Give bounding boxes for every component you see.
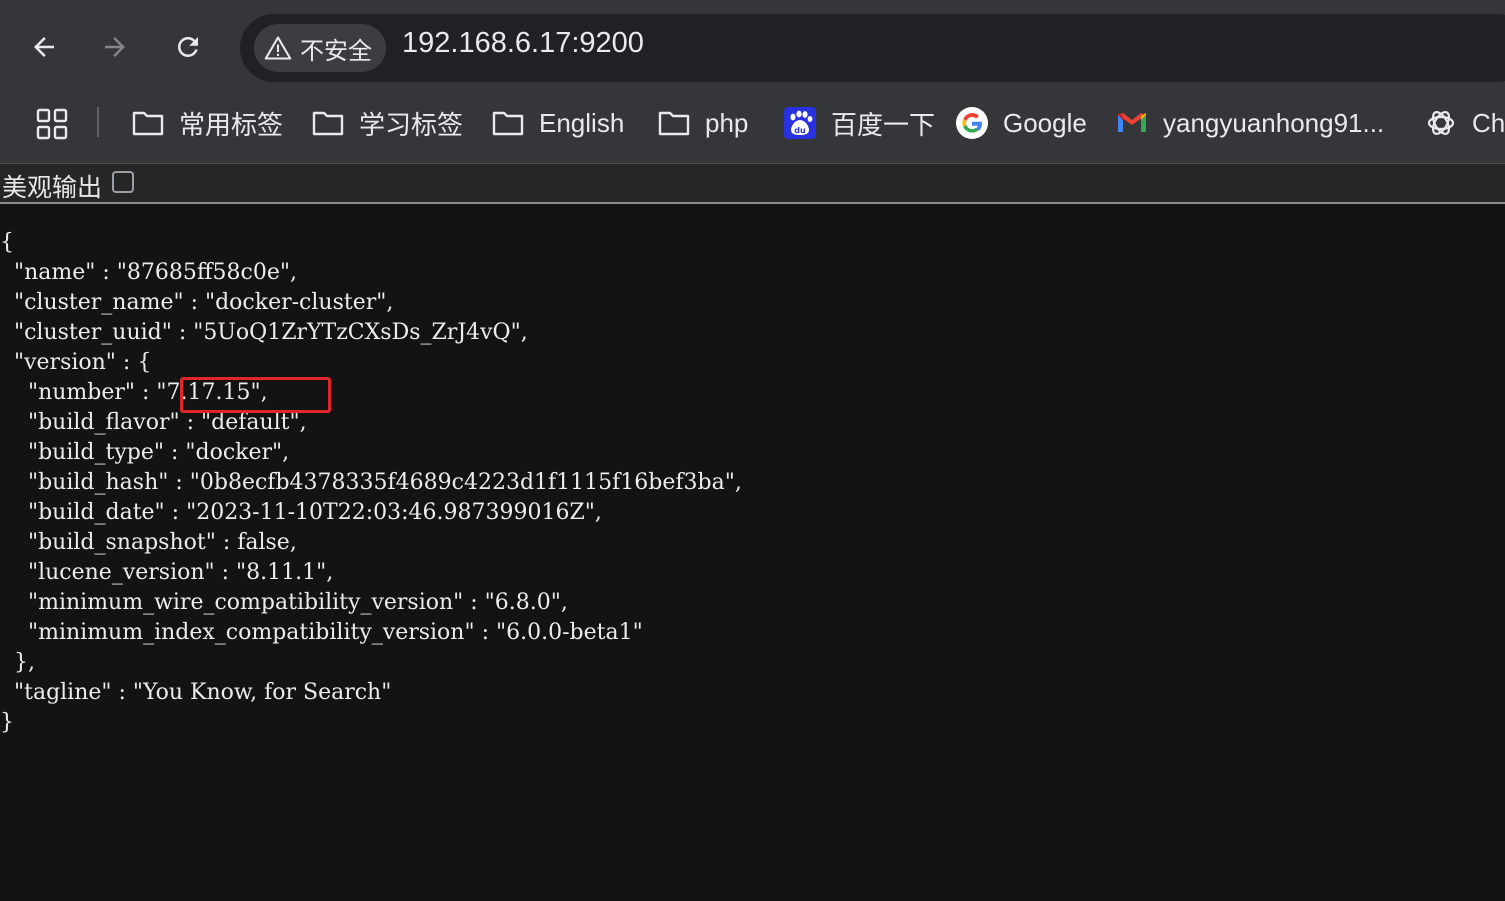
json-line: "tagline" : "You Know, for Search" (0, 680, 392, 705)
json-line: "cluster_name" : "docker-cluster", (0, 290, 394, 315)
arrow-right-icon (105, 37, 125, 57)
json-line: "minimum_index_compatibility_version" : … (0, 620, 643, 645)
address-bar[interactable]: 不安全 192.168.6.17:9200 (240, 14, 1505, 82)
json-line: "version" : { (0, 350, 152, 375)
svg-text:du: du (794, 126, 806, 135)
bookmarks-separator (97, 107, 99, 137)
json-line: "build_date" : "2023-11-10T22:03:46.9873… (0, 500, 602, 525)
json-line: }, (0, 650, 35, 675)
folder-icon (658, 111, 690, 136)
json-line: "build_hash" : "0b8ecfb4378335f4689c4223… (0, 470, 742, 495)
folder-icon (312, 111, 344, 136)
browser-window: 不安全 192.168.6.17:9200 常用标签 学习标签 English … (0, 0, 1505, 901)
folder-icon (132, 111, 164, 136)
pretty-print-label: 美观输出 (2, 173, 103, 202)
bookmark-google[interactable]: Google (955, 101, 1087, 145)
bookmark-folder-php[interactable]: php (657, 101, 748, 145)
baidu-icon: du (784, 107, 816, 139)
version-number-highlight (180, 377, 331, 413)
bookmark-chatgpt[interactable]: Cha (1424, 101, 1505, 145)
json-line: "cluster_uuid" : "5UoQ1ZrYTzCXsDs_ZrJ4vQ… (0, 320, 528, 345)
reload-icon (177, 36, 198, 57)
forward-button[interactable] (92, 24, 138, 70)
pretty-print-bar: 美观输出 (0, 164, 1505, 204)
browser-toolbar: 不安全 192.168.6.17:9200 (0, 0, 1505, 95)
json-response: { "name" : "87685ff58c0e", "cluster_name… (0, 228, 742, 738)
pretty-print-checkbox[interactable] (112, 171, 134, 193)
back-button[interactable] (21, 24, 67, 70)
google-icon (956, 107, 988, 139)
json-line: "name" : "87685ff58c0e", (0, 260, 297, 285)
json-line: "minimum_wire_compatibility_version" : "… (0, 590, 568, 615)
gmail-icon (1118, 113, 1146, 132)
openai-icon (1427, 111, 1455, 135)
warning-icon (264, 36, 292, 60)
security-label: 不安全 (300, 36, 372, 65)
arrow-left-icon (34, 37, 54, 57)
json-line: } (0, 710, 14, 735)
bookmark-folder-english[interactable]: English (491, 101, 624, 145)
bookmark-folder-study[interactable]: 学习标签 (311, 101, 463, 145)
json-line: "build_snapshot" : false, (0, 530, 297, 555)
bookmarks-bar: 常用标签 学习标签 English php du 百度一下 Google yan… (0, 95, 1505, 164)
bookmark-gmail[interactable]: yangyuanhong91... (1115, 101, 1384, 145)
security-indicator[interactable]: 不安全 (254, 24, 386, 72)
bookmark-folder-common[interactable]: 常用标签 (131, 101, 283, 145)
bookmark-baidu[interactable]: du 百度一下 (783, 101, 935, 145)
json-line: { (0, 230, 14, 255)
page-content: 美观输出 { "name" : "87685ff58c0e", "cluster… (0, 164, 1505, 901)
reload-button[interactable] (165, 24, 211, 70)
json-line: "number" : "7.17.15", (0, 380, 268, 405)
json-line: "build_type" : "docker", (0, 440, 290, 465)
folder-icon (492, 111, 524, 136)
apps-grid-icon[interactable] (36, 108, 68, 140)
json-line: "build_flavor" : "default", (0, 410, 307, 435)
url-text[interactable]: 192.168.6.17:9200 (402, 27, 644, 60)
json-line: "lucene_version" : "8.11.1", (0, 560, 334, 585)
